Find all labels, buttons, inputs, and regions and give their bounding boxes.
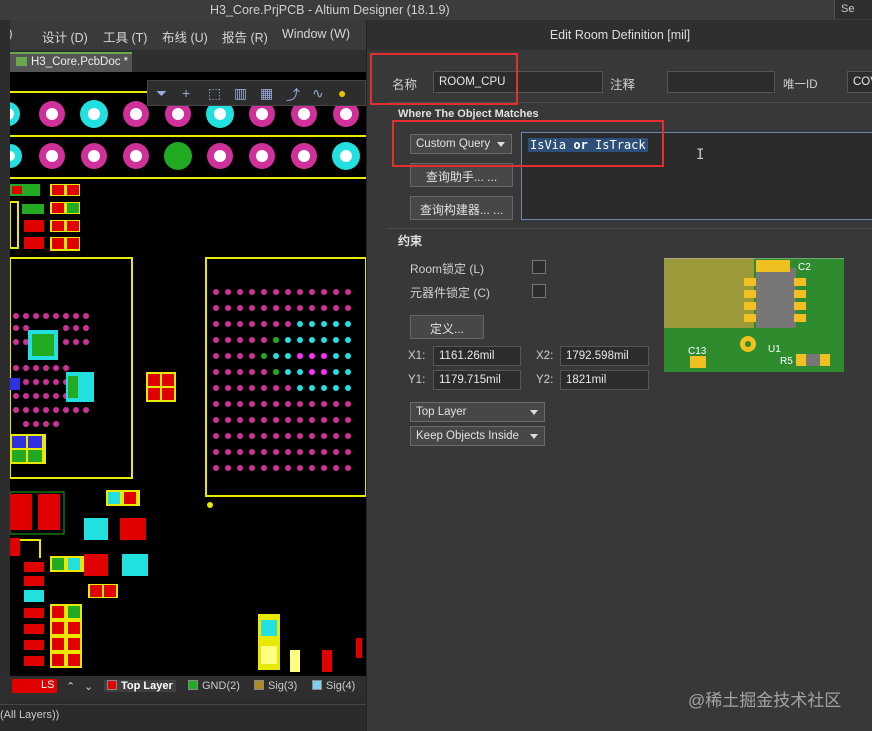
tab-pcbdoc[interactable]: H3_Core.PcbDoc * — [10, 52, 132, 72]
pcb-canvas[interactable] — [10, 72, 366, 676]
y1-label: Y1: — [408, 374, 426, 386]
ls-button[interactable]: LS — [38, 679, 58, 693]
layer-tabs: LS ⌃ ⌄ Top Layer GND(2) Sig(3) Sig(4) — [0, 676, 366, 698]
uid-field[interactable]: COV — [847, 71, 872, 93]
select-rect-icon[interactable]: ⬚ — [208, 85, 221, 102]
bga-right — [213, 289, 351, 471]
dropdown-arrow-icon — [530, 410, 538, 415]
menu-item-window[interactable]: Window (W) — [282, 27, 350, 41]
menu-item-route[interactable]: 布线 (U) — [162, 27, 208, 46]
sig4-layer-swatch — [312, 680, 322, 690]
comment-field[interactable] — [667, 71, 775, 93]
layer-tab-label: Sig(3) — [268, 680, 298, 692]
menu-bar: P) 设计 (D) 工具 (T) 布线 (U) 报告 (R) Window (W… — [0, 20, 366, 50]
uid-label: 唯一ID — [783, 79, 818, 91]
comment-label: 注释 — [610, 78, 636, 92]
search-box[interactable]: Se — [834, 0, 872, 19]
layer-tab-gnd[interactable]: GND(2) — [188, 680, 240, 692]
sig3-layer-swatch — [254, 680, 264, 690]
x1-label: X1: — [408, 350, 426, 362]
window-title: H3_Core.PrjPCB - Altium Designer (18.1.9… — [210, 3, 450, 17]
x2-label: X2: — [536, 350, 554, 362]
y2-label: Y2: — [536, 374, 554, 386]
pin-icon[interactable]: ● — [338, 85, 346, 101]
edit-room-dialog: Edit Room Definition [mil] 名称 ROOM_CPU 注… — [366, 20, 872, 731]
top-layer-swatch — [107, 680, 117, 690]
watermark: @稀土掘金技术社区 — [688, 691, 842, 710]
x1-field[interactable]: 1161.26mil — [433, 346, 521, 366]
component-cluster-left — [10, 184, 80, 251]
layer-color-swatch[interactable] — [12, 679, 38, 693]
layer-tab-sig4[interactable]: Sig(4) — [312, 680, 355, 692]
room-preview-image: C2 U1 C13 R5 — [664, 258, 844, 372]
text-cursor-icon: I — [696, 147, 705, 163]
tune-icon[interactable]: ∿ — [312, 85, 324, 102]
document-tab-bar: H3_Core.PcbDoc * — [0, 50, 366, 72]
section-divider — [387, 228, 872, 229]
chevron-up-icon[interactable]: ⌃ — [66, 680, 75, 693]
preview-label-c2: C2 — [798, 262, 811, 273]
component-icon[interactable]: ▦ — [260, 85, 273, 102]
room-locked-checkbox[interactable] — [532, 260, 546, 274]
pcb-active-toolbar: ⏷ + ⬚ ▥ ▦ ⤴ ∿ ● — [147, 80, 366, 106]
status-bar: (All Layers)) — [0, 704, 366, 731]
component-cluster-bottom — [10, 490, 362, 672]
preview-label-c13: C13 — [688, 346, 707, 357]
query-highlight-box — [392, 120, 664, 167]
where-section-heading: Where The Object Matches — [398, 108, 539, 120]
keep-objects-value: Keep Objects Inside — [416, 430, 519, 442]
align-icon[interactable]: ▥ — [234, 85, 247, 102]
layer-tab-label: Top Layer — [121, 680, 173, 692]
gnd-layer-swatch — [188, 680, 198, 690]
preview-label-r5: R5 — [780, 356, 793, 367]
layer-tab-sig3[interactable]: Sig(3) — [254, 680, 297, 692]
route-icon[interactable]: ⤴ — [286, 85, 300, 105]
pcb-drawing — [10, 91, 366, 672]
constraints-section-heading: 约束 — [398, 234, 423, 248]
left-panel-strip — [0, 20, 10, 710]
x2-field[interactable]: 1792.598mil — [560, 346, 649, 366]
define-button[interactable]: 定义... — [410, 315, 484, 339]
layer-select[interactable]: Top Layer — [410, 402, 545, 422]
dropdown-arrow-icon — [530, 434, 538, 439]
menu-item-design[interactable]: 设计 (D) — [42, 27, 88, 46]
menu-item-reports[interactable]: 报告 (R) — [222, 27, 268, 46]
y2-field[interactable]: 1821mil — [560, 370, 649, 390]
pcb-doc-icon — [16, 57, 27, 66]
via-row-second — [10, 142, 360, 170]
dialog-title: Edit Room Definition [mil] — [367, 20, 872, 50]
status-text: (All Layers)) — [0, 709, 60, 721]
chevron-down-icon[interactable]: ⌄ — [84, 680, 93, 693]
components-locked-label: 元器件锁定 (C) — [410, 286, 490, 300]
preview-label-u1: U1 — [768, 344, 781, 355]
filter-icon[interactable]: ⏷ — [156, 85, 167, 102]
title-bar: H3_Core.PrjPCB - Altium Designer (18.1.9… — [0, 0, 872, 20]
tab-label: H3_Core.PcbDoc * — [31, 56, 129, 68]
layer-select-value: Top Layer — [416, 406, 467, 418]
components-locked-checkbox[interactable] — [532, 284, 546, 298]
room-locked-label: Room锁定 (L) — [410, 262, 485, 276]
crosshair-icon[interactable]: + — [182, 85, 190, 101]
query-builder-button[interactable]: 查询构建器... ... — [410, 196, 513, 220]
y1-field[interactable]: 1179.715mil — [433, 370, 521, 390]
layer-tab-label: Sig(4) — [326, 680, 356, 692]
layer-tab-top[interactable]: Top Layer — [104, 680, 176, 692]
menu-item-tools[interactable]: 工具 (T) — [103, 27, 147, 46]
layer-tab-label: GND(2) — [202, 680, 240, 692]
keep-objects-select[interactable]: Keep Objects Inside — [410, 426, 545, 446]
name-highlight-box — [370, 53, 518, 105]
